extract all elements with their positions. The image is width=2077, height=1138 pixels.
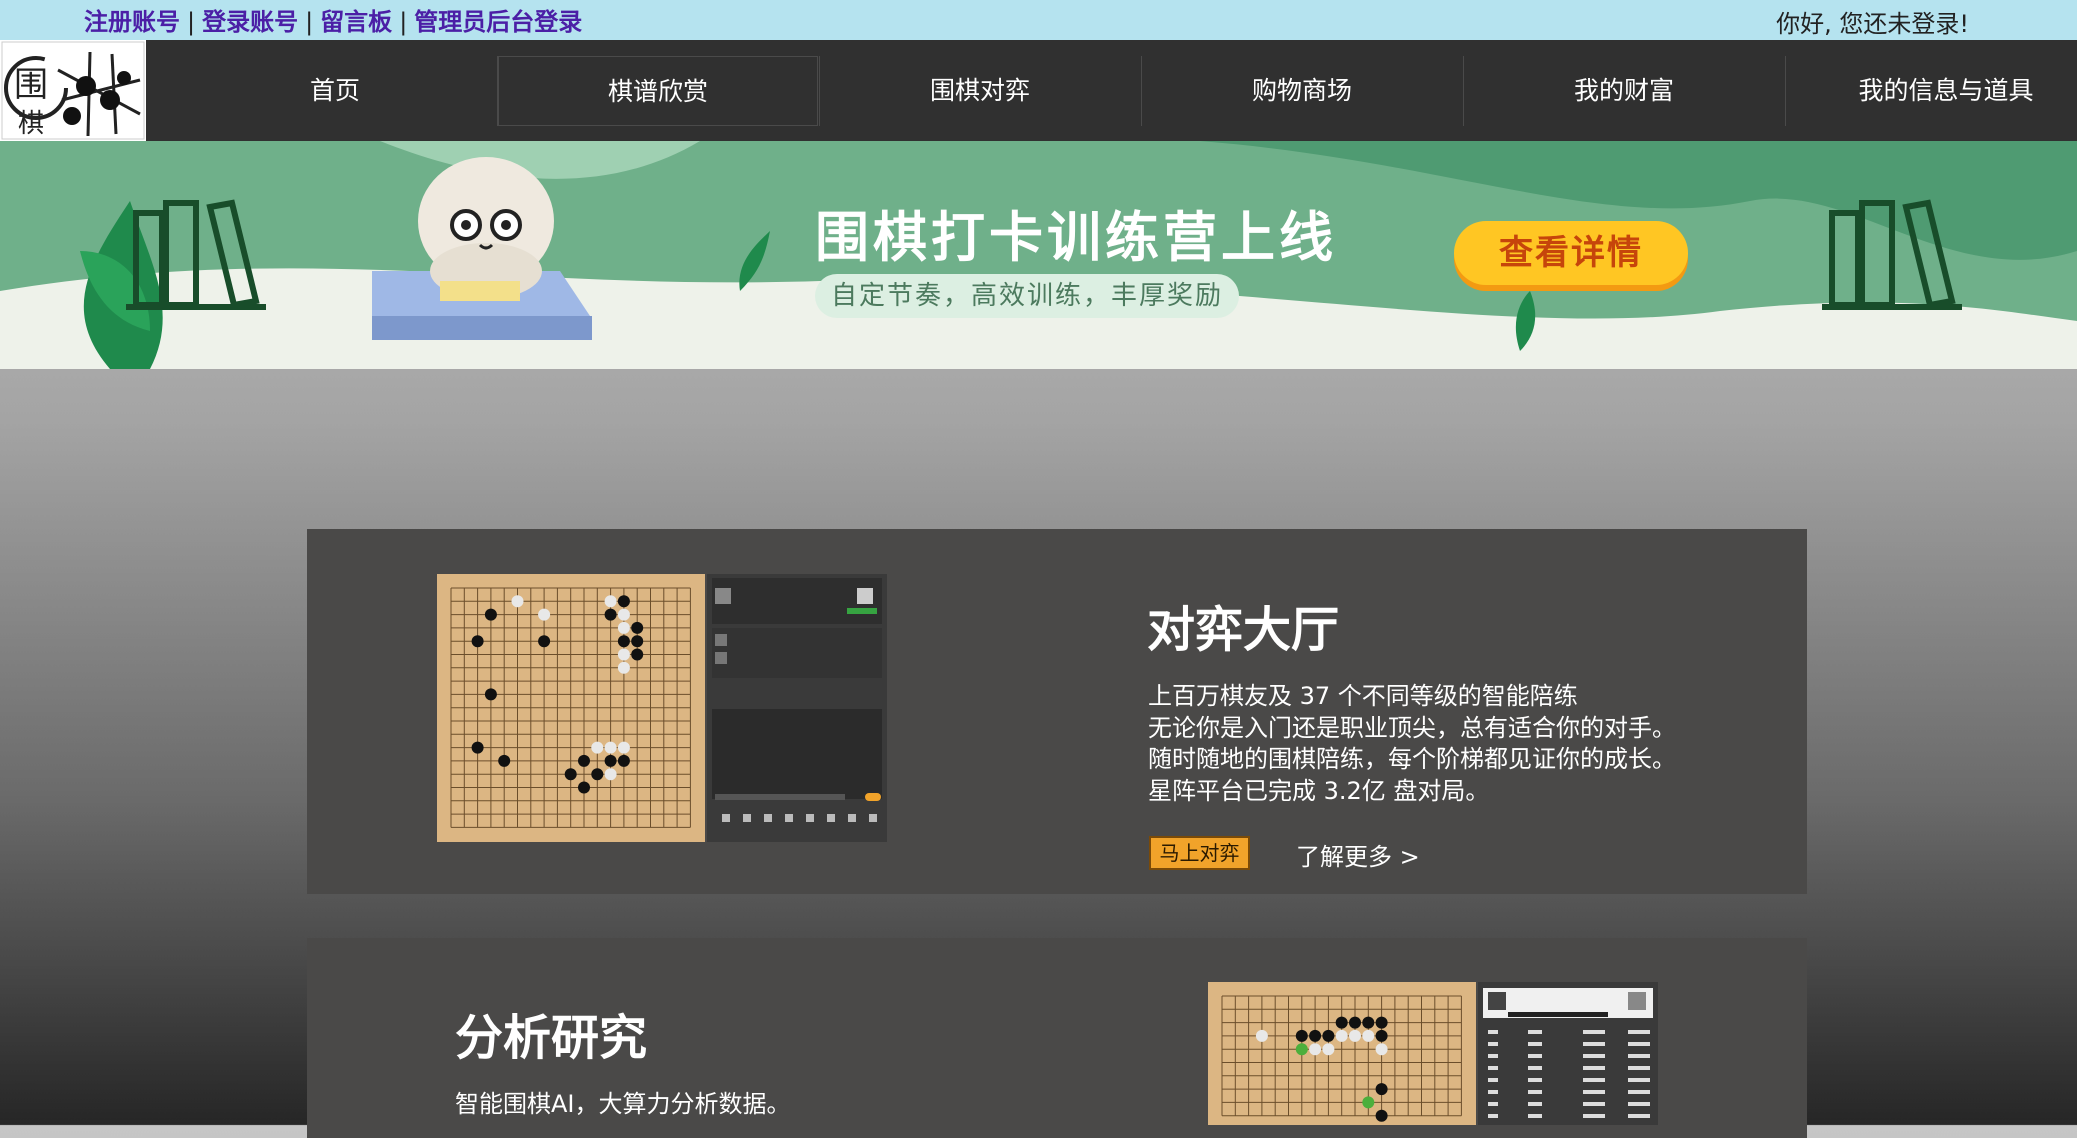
go-stone — [1349, 1016, 1361, 1029]
go-stone — [538, 608, 551, 621]
go-stone — [1309, 1043, 1322, 1056]
go-stone — [1362, 1029, 1375, 1042]
go-stone — [1375, 1109, 1388, 1122]
link-separator: | — [305, 8, 314, 36]
go-stone — [604, 768, 617, 781]
go-stone — [564, 768, 577, 781]
go-stone — [1322, 1043, 1335, 1056]
nav-home[interactable]: 首页 — [175, 56, 495, 126]
login-link[interactable]: 登录账号 — [202, 8, 298, 36]
go-stone — [1295, 1043, 1308, 1056]
go-stone — [1362, 1016, 1375, 1029]
go-stone — [578, 781, 590, 794]
top-links: 注册账号 | 登录账号 | 留言板 | 管理员后台登录 — [84, 2, 582, 37]
go-stone — [1375, 1043, 1388, 1056]
go-stone — [578, 754, 590, 767]
register-link[interactable]: 注册账号 — [84, 8, 180, 36]
go-stone — [511, 595, 524, 608]
go-stone — [617, 754, 630, 767]
go-stone — [604, 595, 617, 608]
go-stone — [498, 754, 511, 767]
go-stone — [1335, 1016, 1348, 1029]
analysis-screenshot — [1208, 982, 1658, 1125]
go-stone — [1309, 1029, 1322, 1042]
nav-my-info[interactable]: 我的信息与道具 — [1786, 56, 2077, 126]
promo-banner[interactable]: 围棋打卡训练营上线 自定节奏，高效训练，丰厚奖励 查看详情 — [0, 141, 2077, 369]
nav-wealth[interactable]: 我的财富 — [1464, 56, 1784, 126]
play-hall-line-1: 上百万棋友及 37 个不同等级的智能陪练 — [1148, 682, 1578, 710]
go-stone — [591, 741, 604, 754]
site-logo[interactable]: 围 棋 — [0, 40, 146, 141]
go-stone — [617, 741, 630, 754]
go-stone — [1375, 1016, 1388, 1029]
go-stone — [471, 635, 484, 648]
go-stone — [631, 648, 644, 661]
go-stone — [604, 741, 617, 754]
go-stone — [1362, 1096, 1375, 1109]
go-stone — [1322, 1029, 1335, 1042]
go-stone — [471, 741, 484, 754]
play-hall-title: 对弈大厅 — [1147, 602, 1340, 658]
go-stone — [617, 621, 630, 634]
play-now-button[interactable]: 马上对弈 — [1149, 836, 1250, 870]
go-stone — [617, 595, 630, 608]
analysis-line-1: 智能围棋AI，大算力分析数据。 — [455, 1090, 791, 1118]
learn-more-link[interactable]: 了解更多 > — [1296, 837, 1420, 872]
go-stone — [591, 768, 604, 781]
go-stone — [1349, 1029, 1361, 1042]
svg-text:棋: 棋 — [18, 109, 44, 139]
banner-title: 围棋打卡训练营上线 — [815, 206, 1337, 269]
play-hall-screenshot — [437, 574, 887, 842]
go-stone — [617, 608, 630, 621]
analysis-title: 分析研究 — [455, 1010, 648, 1066]
svg-text:围: 围 — [14, 65, 48, 105]
go-stone — [617, 648, 630, 661]
go-stone — [1375, 1029, 1388, 1042]
link-separator: | — [187, 8, 196, 36]
go-stone — [631, 635, 644, 648]
login-status-text: 你好, 您还未登录! — [1776, 10, 1969, 38]
go-stone — [538, 635, 551, 648]
go-stone — [631, 621, 644, 634]
go-stone — [484, 608, 497, 621]
nav-shop[interactable]: 购物商场 — [1142, 56, 1462, 126]
go-stone — [604, 608, 617, 621]
view-details-button[interactable]: 查看详情 — [1454, 221, 1688, 285]
nav-game-records[interactable]: 棋谱欣赏 — [498, 56, 818, 126]
go-stone — [1335, 1029, 1348, 1042]
play-hall-line-4: 星阵平台已完成 3.2亿 盘对局。 — [1148, 777, 1490, 805]
play-hall-line-2: 无论你是入门还是职业顶尖，总有适合你的对手。 — [1148, 714, 1676, 742]
go-stone — [604, 754, 617, 767]
go-stone — [617, 635, 630, 648]
nav-play[interactable]: 围棋对弈 — [820, 56, 1140, 126]
go-stone — [1255, 1029, 1268, 1042]
go-stone — [617, 661, 630, 674]
banner-subtitle: 自定节奏，高效训练，丰厚奖励 — [815, 274, 1240, 318]
go-stone — [1375, 1083, 1388, 1096]
play-hall-line-3: 随时随地的围棋陪练，每个阶梯都见证你的成长。 — [1148, 745, 1676, 773]
link-separator: | — [399, 8, 408, 36]
message-board-link[interactable]: 留言板 — [320, 8, 392, 36]
admin-login-link[interactable]: 管理员后台登录 — [414, 8, 582, 36]
go-stone — [1295, 1029, 1308, 1042]
go-stone — [484, 688, 497, 701]
go-logo-image: 围 棋 — [1, 41, 145, 140]
